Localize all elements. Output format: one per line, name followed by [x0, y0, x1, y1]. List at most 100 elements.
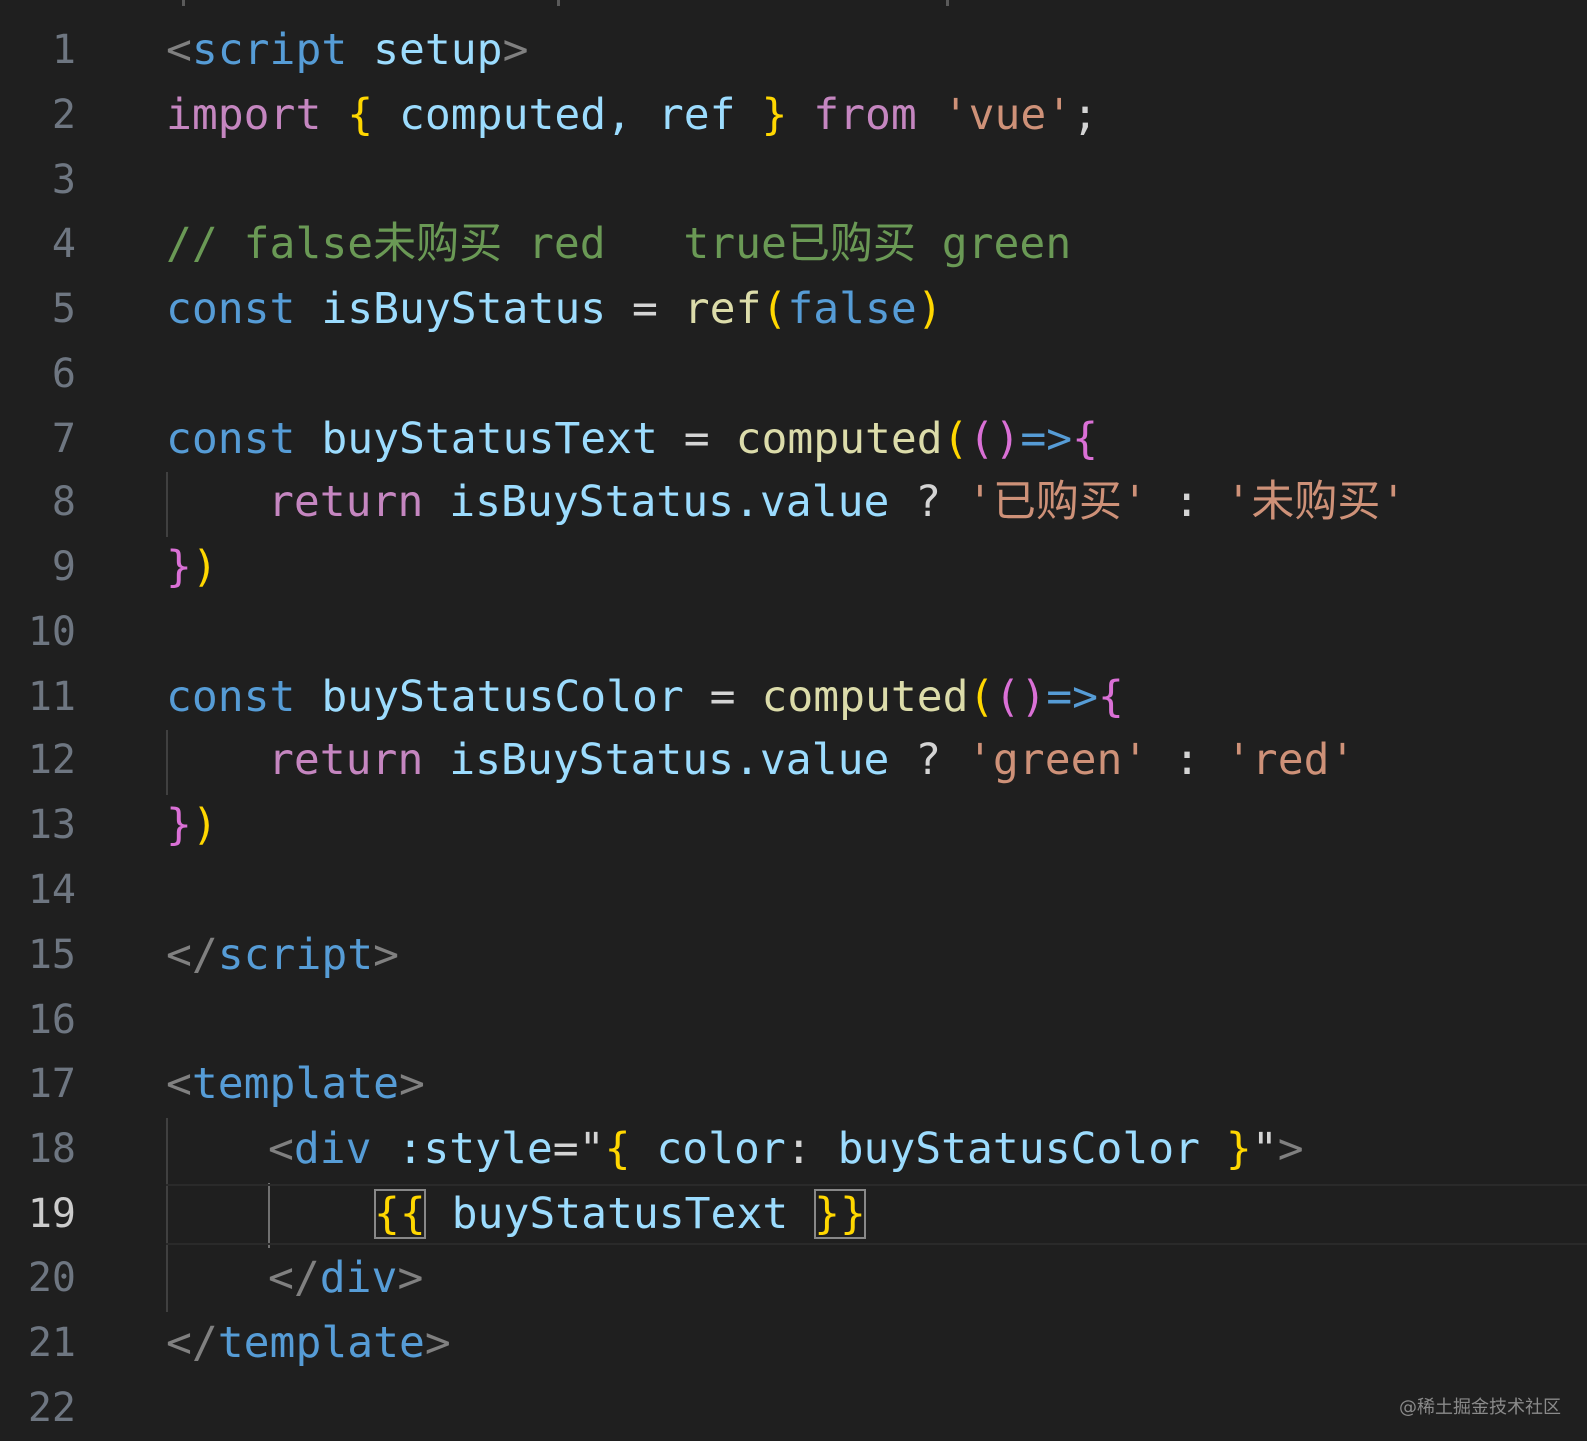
code-editor[interactable]: 1 <script setup> 2 import { computed, re… — [0, 0, 1587, 1431]
code-text[interactable]: <script setup> — [166, 18, 528, 83]
code-line-11[interactable]: 11 const buyStatusColor = computed(()=>{ — [0, 665, 1587, 730]
code-line-15[interactable]: 15 </script> — [0, 923, 1587, 988]
tag-close-bracket: > — [399, 1059, 425, 1109]
bracket: } — [166, 800, 192, 850]
line-number: 5 — [51, 286, 76, 332]
line-number: 15 — [27, 932, 76, 978]
keyword-const: const — [166, 672, 296, 722]
attribute-name: setup — [373, 25, 503, 75]
code-text[interactable]: <div :style="{ color: buyStatusColor }"> — [268, 1117, 1304, 1182]
code-text[interactable]: return isBuyStatus.value ? 'green' : 're… — [268, 728, 1355, 793]
keyword-return: return — [268, 477, 424, 527]
tag-name: div — [319, 1253, 398, 1303]
line-number: 8 — [51, 479, 76, 525]
operator: = — [709, 672, 736, 722]
operator: : — [1174, 735, 1201, 785]
code-line-21[interactable]: 21 </template> — [0, 1311, 1587, 1376]
code-line-3[interactable]: 3 — [0, 148, 1587, 213]
line-number: 14 — [27, 867, 76, 913]
tag-close-bracket: > — [397, 1253, 424, 1303]
line-number: 21 — [27, 1320, 76, 1366]
code-text[interactable]: // false未购买 red true已购买 green — [166, 212, 1071, 277]
variable-name: isBuyStatus — [321, 284, 607, 334]
code-line-2[interactable]: 2 import { computed, ref } from 'vue'; — [0, 83, 1587, 148]
bracket: ) — [191, 542, 218, 592]
operator: ? — [915, 735, 942, 785]
code-line-22[interactable]: 22 — [0, 1376, 1587, 1441]
variable-name: isBuyStatus — [449, 735, 735, 785]
code-text[interactable]: return isBuyStatus.value ? '已购买' : '未购买' — [268, 470, 1406, 535]
comment: // false未购买 red true已购买 green — [166, 219, 1072, 269]
bracket: } — [1225, 1124, 1252, 1174]
bracket: ( — [761, 284, 788, 334]
code-line-19-active[interactable]: 19 {{ buyStatusText }} — [0, 1182, 1587, 1247]
code-line-7[interactable]: 7 const buyStatusText = computed(()=>{ — [0, 407, 1587, 472]
code-text[interactable]: </template> — [166, 1311, 451, 1376]
code-text[interactable]: const buyStatusText = computed(()=>{ — [166, 407, 1098, 472]
line-number: 4 — [51, 221, 76, 267]
arrow-params: () — [968, 414, 1021, 464]
code-text[interactable]: }) — [166, 535, 218, 600]
keyword-const: const — [166, 284, 296, 334]
operator: : — [785, 1124, 812, 1174]
tag-name: div — [293, 1124, 372, 1174]
bracket: { — [1098, 672, 1124, 722]
keyword-const: const — [166, 414, 296, 464]
keyword-from: from — [813, 90, 917, 140]
code-line-10[interactable]: 10 — [0, 600, 1587, 665]
quote: " — [578, 1124, 605, 1174]
code-line-13[interactable]: 13 }) — [0, 793, 1587, 858]
code-line-18[interactable]: 18 <div :style="{ color: buyStatusColor … — [0, 1117, 1587, 1182]
line-number: 1 — [51, 27, 76, 73]
bracket: ) — [191, 800, 218, 850]
code-text[interactable]: </script> — [166, 923, 399, 988]
property: .value — [734, 735, 890, 785]
code-line-14[interactable]: 14 — [0, 858, 1587, 923]
function-name: computed — [761, 672, 969, 722]
string-literal: '未购买' — [1225, 477, 1407, 527]
bracket: { — [347, 90, 374, 140]
line-number: 3 — [51, 157, 76, 203]
code-text[interactable]: import { computed, ref } from 'vue'; — [166, 83, 1098, 148]
code-line-4[interactable]: 4 // false未购买 red true已购买 green — [0, 212, 1587, 277]
tag-name: script — [191, 25, 348, 75]
tag-close-bracket: > — [424, 1318, 451, 1368]
bracket: } — [761, 90, 788, 140]
code-text[interactable]: const buyStatusColor = computed(()=>{ — [166, 665, 1124, 730]
property: color — [656, 1124, 786, 1174]
code-line-1[interactable]: 1 <script setup> — [0, 18, 1587, 83]
tag-close-bracket: > — [1277, 1124, 1304, 1174]
tag-close-bracket: > — [373, 930, 400, 980]
line-number: 16 — [27, 997, 76, 1043]
code-line-8[interactable]: 8 return isBuyStatus.value ? '已购买' : '未购… — [0, 470, 1587, 535]
variable-name: buyStatusText — [451, 1189, 789, 1239]
tag-name: script — [217, 930, 374, 980]
arrow-operator: => — [1020, 414, 1073, 464]
operator: = — [683, 414, 710, 464]
code-line-6[interactable]: 6 — [0, 342, 1587, 407]
tag-name: template — [191, 1059, 399, 1109]
code-line-12[interactable]: 12 return isBuyStatus.value ? 'green' : … — [0, 728, 1587, 793]
property: .value — [734, 477, 890, 527]
code-text[interactable]: {{ buyStatusText }} — [374, 1182, 866, 1247]
code-line-20[interactable]: 20 </div> — [0, 1246, 1587, 1311]
line-number: 20 — [27, 1255, 76, 1301]
line-number: 11 — [27, 674, 76, 720]
code-line-5[interactable]: 5 const isBuyStatus = ref(false) — [0, 277, 1587, 342]
code-text[interactable]: }) — [166, 793, 218, 858]
code-text[interactable]: </div> — [268, 1246, 423, 1311]
line-number: 6 — [51, 351, 76, 397]
variable-name: buyStatusColor — [321, 672, 684, 722]
code-text[interactable]: <template> — [166, 1052, 425, 1117]
variable-name: buyStatusColor — [837, 1124, 1201, 1174]
operator: : — [1173, 477, 1200, 527]
line-number: 9 — [51, 544, 76, 590]
code-line-17[interactable]: 17 <template> — [0, 1052, 1587, 1117]
bracket: { — [604, 1124, 631, 1174]
code-line-9[interactable]: 9 }) — [0, 535, 1587, 600]
code-line-16[interactable]: 16 — [0, 988, 1587, 1053]
line-number: 18 — [27, 1126, 76, 1172]
import-names: computed, ref — [399, 90, 736, 140]
code-text[interactable]: const isBuyStatus = ref(false) — [166, 277, 943, 342]
operator: = — [552, 1124, 579, 1174]
